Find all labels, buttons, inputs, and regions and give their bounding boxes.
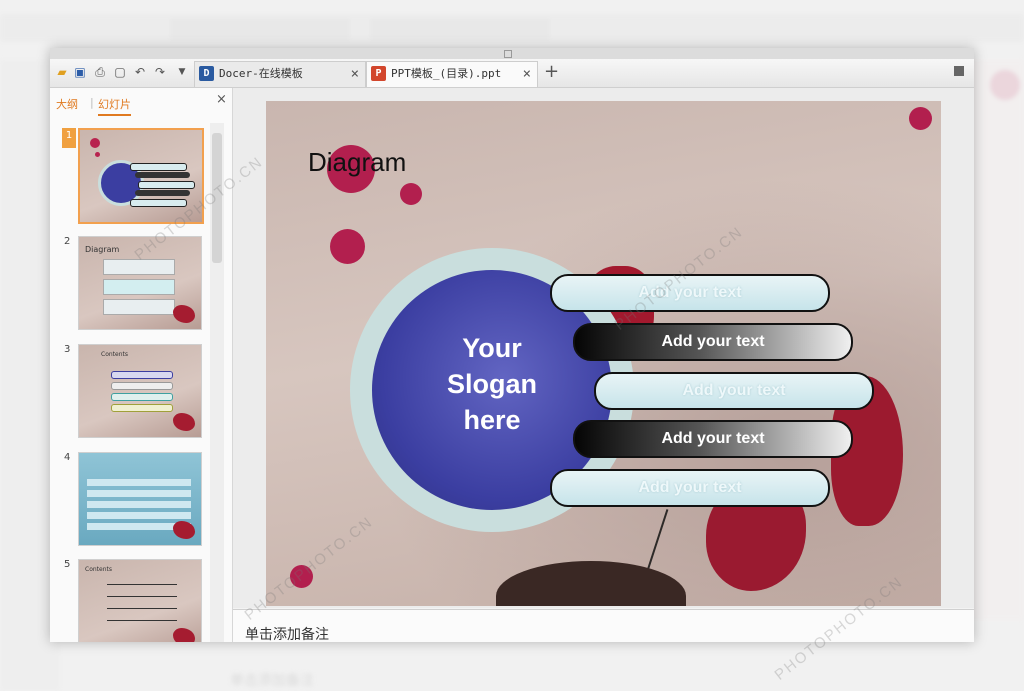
tab-docer-label: Docer-在线模板: [219, 67, 303, 80]
docer-icon: D: [199, 66, 214, 81]
slide-panel: 大纲 | 幻灯片 × 1 2 Diagram 3 Contents 4 5 Co…: [50, 88, 233, 642]
text-pill-2[interactable]: Add your text: [573, 323, 853, 361]
thumbnail-preview: Contents: [78, 559, 202, 642]
slide-title[interactable]: Diagram: [308, 147, 406, 178]
thumbnail-title: Diagram: [85, 245, 120, 254]
thumbnail-title: Contents: [101, 351, 128, 358]
title-bar: [50, 48, 974, 59]
save-icon[interactable]: ▣: [72, 64, 88, 80]
decor-dot: [909, 107, 932, 130]
slogan-line: Slogan: [446, 369, 537, 399]
thumbnail-preview: [78, 452, 202, 546]
tab-docer[interactable]: D Docer-在线模板 ×: [194, 61, 366, 87]
redo-icon[interactable]: ↷: [152, 64, 168, 80]
folder-open-icon[interactable]: ▰: [54, 64, 70, 80]
notes-placeholder: 单击添加备注: [245, 627, 329, 642]
text-pill-4[interactable]: Add your text: [573, 420, 853, 458]
window-menu-icon[interactable]: [954, 66, 964, 76]
thumbnail-number: 5: [64, 559, 71, 570]
app-window: ▰ ▣ ⎙ ▢ ↶ ↷ ▼ D Docer-在线模板 × P PPT模板_(目录…: [50, 48, 974, 642]
text-pill-5[interactable]: Add your text: [550, 469, 830, 507]
thumbnail-number: 1: [62, 128, 76, 148]
toolbar: ▰ ▣ ⎙ ▢ ↶ ↷ ▼ D Docer-在线模板 × P PPT模板_(目录…: [50, 59, 974, 88]
panel-close-button[interactable]: ×: [216, 92, 227, 107]
hand-image: [496, 561, 686, 606]
decor-dot: [400, 183, 422, 205]
print-icon[interactable]: ⎙: [92, 64, 108, 80]
close-icon[interactable]: ×: [523, 62, 531, 86]
thumbnail-number: 2: [64, 236, 71, 247]
print-preview-icon[interactable]: ▢: [112, 64, 128, 80]
ppt-icon: P: [371, 66, 386, 81]
tab-outline[interactable]: 大纲: [56, 96, 78, 112]
tab-slides[interactable]: 幻灯片: [98, 96, 131, 116]
thumbnail-number: 4: [64, 452, 71, 463]
dropdown-icon[interactable]: ▼: [174, 64, 190, 80]
tab-ppt-label: PPT模板_(目录).ppt: [391, 67, 502, 80]
thumbnail-preview: Contents: [78, 344, 202, 438]
text-pill-3[interactable]: Add your text: [594, 372, 874, 410]
undo-icon[interactable]: ↶: [132, 64, 148, 80]
close-icon[interactable]: ×: [351, 62, 359, 86]
decor-dot: [330, 229, 365, 264]
new-tab-button[interactable]: +: [544, 63, 559, 81]
ghost-notes: 单击添加备注: [230, 673, 314, 689]
tab-ppt[interactable]: P PPT模板_(目录).ppt ×: [366, 61, 538, 87]
thumbnail-number: 3: [64, 344, 71, 355]
thumbnail-title: Contents: [85, 566, 112, 573]
